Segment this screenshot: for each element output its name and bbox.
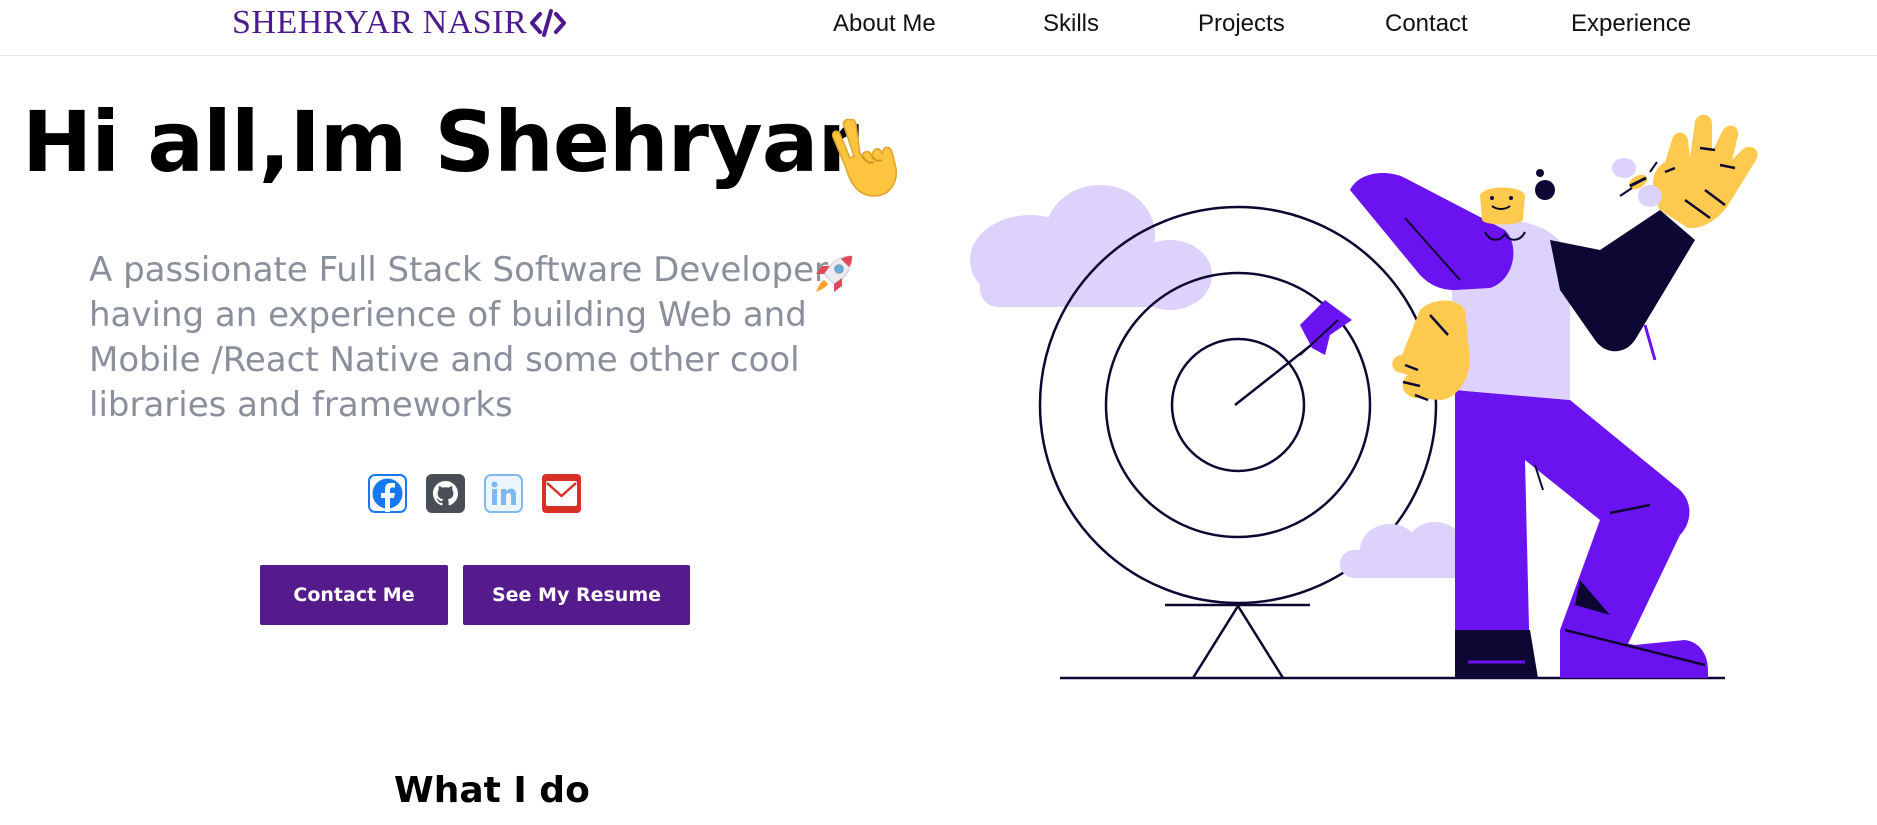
nav-link-contact[interactable]: Contact [1385, 10, 1468, 38]
facebook-icon[interactable] [368, 474, 407, 513]
nav-link-experience[interactable]: Experience [1571, 10, 1691, 38]
mail-icon[interactable] [542, 474, 581, 513]
nav-link-skills[interactable]: Skills [1043, 10, 1099, 38]
character [1350, 114, 1758, 678]
nav-link-about-me[interactable]: About Me [833, 10, 936, 38]
navbar: SHEHRYAR NASIR About Me Skills Projects … [0, 0, 1877, 56]
github-icon[interactable] [426, 474, 465, 513]
cloud-large [970, 185, 1212, 310]
what-i-do-heading: What I do [394, 770, 590, 811]
hero-illustration [960, 110, 1840, 694]
victory-hand-icon [826, 112, 902, 206]
nav-links: About Me Skills Projects Contact Experie… [0, 10, 1877, 40]
linkedin-icon[interactable] [484, 474, 523, 513]
nav-link-projects[interactable]: Projects [1198, 10, 1285, 38]
rocket-icon [812, 252, 856, 300]
hero-title: Hi all,Im Shehryar [22, 93, 859, 191]
dart [1234, 300, 1352, 406]
social-links [368, 474, 581, 516]
contact-me-button[interactable]: Contact Me [260, 565, 448, 625]
see-my-resume-button[interactable]: See My Resume [463, 565, 690, 625]
hero-subtitle: A passionate Full Stack Software Develop… [89, 250, 829, 425]
